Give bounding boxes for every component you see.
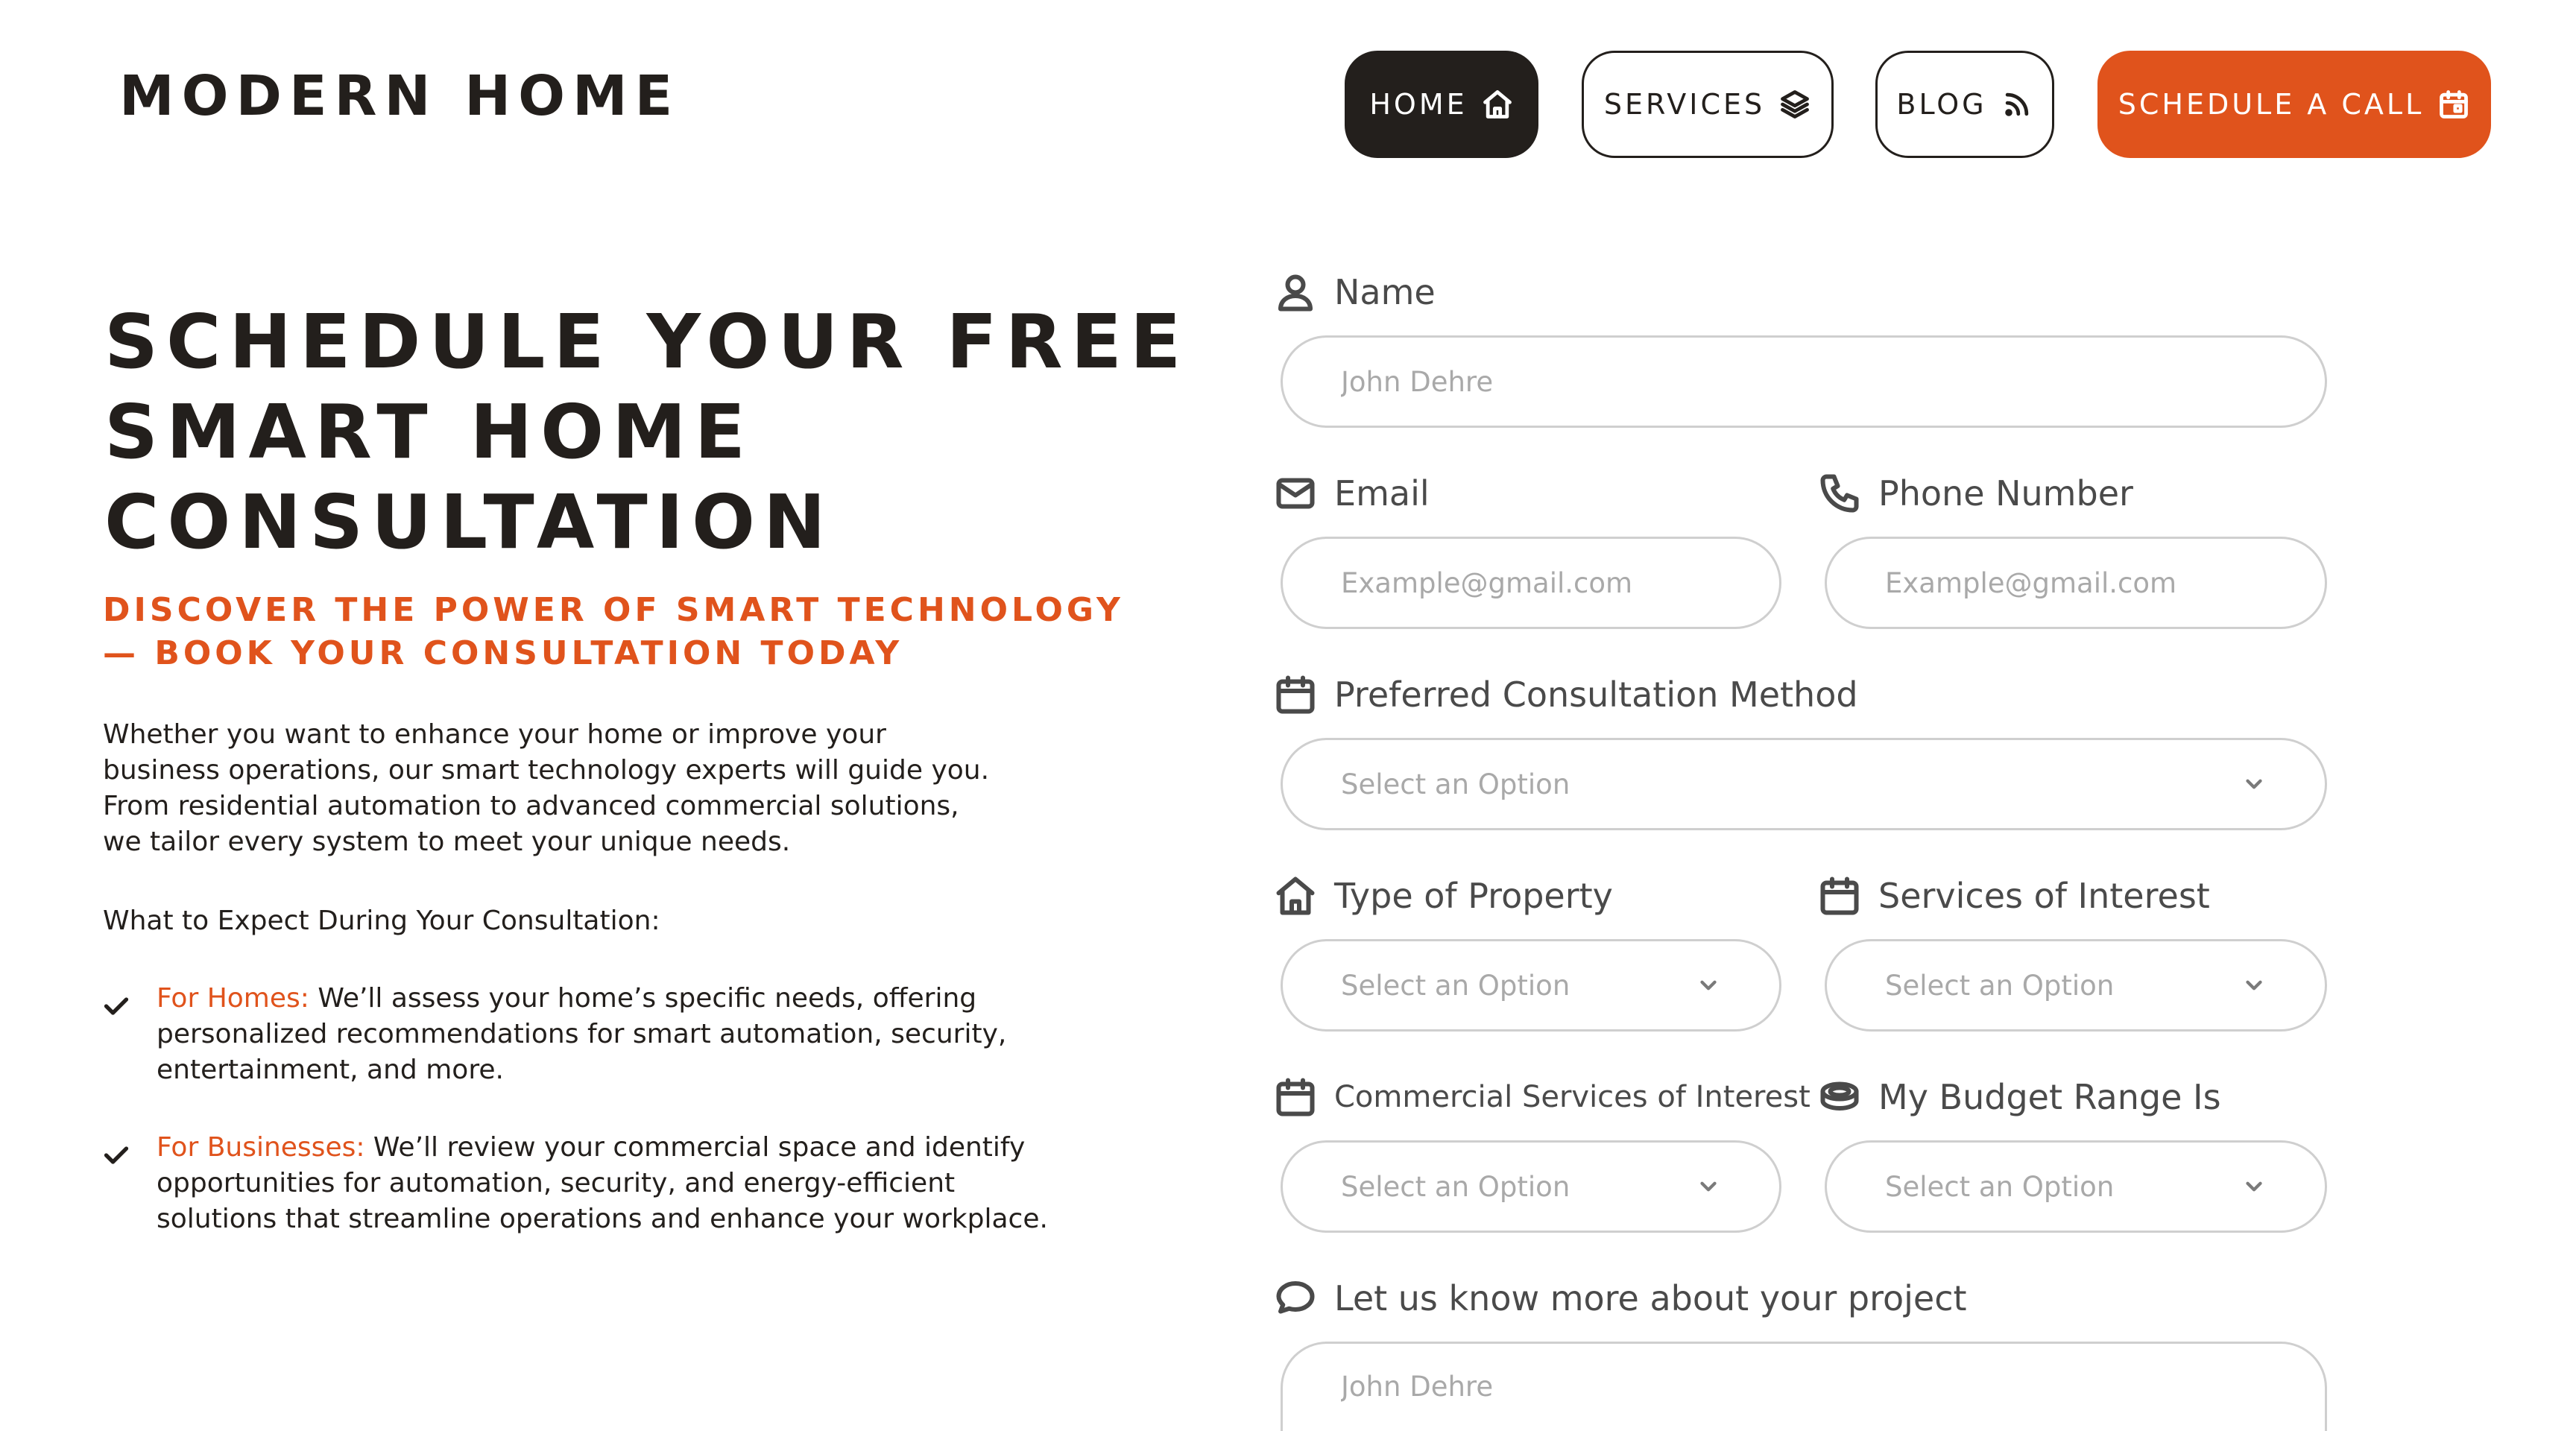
services-select[interactable]: Select an Option (1825, 939, 2327, 1032)
phone-icon (1820, 474, 1859, 513)
expect-item-text: opportunities for automation, security, … (157, 1168, 956, 1198)
expect-item-text: We’ll assess your home’s specific needs,… (309, 983, 977, 1014)
nav-home-label: HOME (1369, 88, 1468, 121)
schedule-call-button[interactable]: SCHEDULE A CALL (2097, 51, 2491, 158)
description-line: From residential automation to advanced … (103, 791, 959, 821)
expect-item-label: For Homes: (157, 983, 309, 1014)
chevron-down-icon (1700, 980, 1717, 991)
check-icon (103, 991, 130, 1015)
user-icon (1278, 274, 1313, 312)
name-label-text: Name (1334, 272, 1436, 312)
hero-title: SCHEDULE YOUR FREE SMART HOME CONSULTATI… (104, 297, 1222, 567)
hero-subtitle-line: — BOOK YOUR CONSULTATION TODAY (103, 634, 903, 672)
chat-icon (1276, 1281, 1315, 1314)
calendar-icon (1276, 675, 1315, 714)
nav-blog-button[interactable]: BLOG (1875, 51, 2054, 158)
commercial-label-text: Commercial Services of Interest (1334, 1080, 1811, 1114)
name-label: Name (1273, 262, 1436, 322)
home-icon (1483, 90, 1512, 119)
property-select[interactable]: Select an Option (1281, 939, 1781, 1032)
project-label-text: Let us know more about your project (1334, 1278, 1967, 1318)
phone-input[interactable] (1885, 566, 2267, 599)
method-label: Preferred Consultation Method (1273, 665, 1858, 724)
hero-title-line: CONSULTATION (104, 478, 834, 566)
description-line: Whether you want to enhance your home or… (103, 719, 886, 750)
method-label-text: Preferred Consultation Method (1334, 675, 1858, 715)
check-icon (103, 1140, 130, 1164)
commercial-label: Commercial Services of Interest (1273, 1067, 1811, 1127)
hero-subtitle: DISCOVER THE POWER OF SMART TECHNOLOGY —… (103, 589, 1221, 675)
phone-label: Phone Number (1817, 464, 2133, 523)
services-select-value: Select an Option (1885, 969, 2115, 1002)
name-input[interactable] (1341, 365, 2267, 398)
chevron-down-icon (1700, 1181, 1717, 1192)
coins-icon (1820, 1081, 1859, 1111)
expect-item-text: solutions that streamline operations and… (157, 1204, 1048, 1234)
nav-services-label: SERVICES (1603, 88, 1766, 121)
commercial-select[interactable]: Select an Option (1281, 1140, 1781, 1233)
budget-select[interactable]: Select an Option (1825, 1140, 2327, 1233)
property-label-text: Type of Property (1334, 876, 1613, 916)
expect-heading: What to Expect During Your Consultation: (103, 906, 660, 936)
description-line: business operations, our smart technolog… (103, 755, 990, 786)
calendar-icon (2440, 90, 2469, 119)
phone-label-text: Phone Number (1878, 473, 2133, 514)
property-label: Type of Property (1273, 866, 1613, 926)
nav-blog-label: BLOG (1896, 88, 1987, 121)
project-label: Let us know more about your project (1273, 1269, 1967, 1328)
mail-icon (1276, 478, 1315, 509)
hero-title-line: SMART HOME (104, 388, 754, 476)
rss-icon (2004, 92, 2028, 116)
expect-item-label: For Businesses: (157, 1132, 365, 1163)
budget-select-value: Select an Option (1885, 1170, 2115, 1203)
expect-item-text: We’ll review your commercial space and i… (364, 1132, 1026, 1163)
property-select-value: Select an Option (1341, 969, 1570, 1002)
email-input[interactable] (1341, 566, 1721, 599)
services-label: Services of Interest (1817, 866, 2210, 926)
expect-item-homes: For Homes: We’ll assess your home’s spec… (103, 981, 1191, 1088)
nav-home-button[interactable]: HOME (1345, 51, 1538, 158)
email-label-text: Email (1334, 473, 1430, 514)
hero-title-line: SCHEDULE YOUR FREE (104, 298, 1190, 385)
method-select-value: Select an Option (1341, 768, 1570, 800)
expect-item-text: personalized recommendations for smart a… (157, 1019, 1007, 1049)
method-select[interactable]: Select an Option (1281, 738, 2327, 830)
expect-item-businesses: For Businesses: We’ll review your commer… (103, 1130, 1191, 1237)
description-line: we tailor every system to meet your uniq… (103, 827, 791, 857)
services-label-text: Services of Interest (1878, 876, 2210, 916)
home-icon (1276, 876, 1315, 915)
logo[interactable]: MODERN HOME (119, 69, 680, 124)
schedule-call-label: SCHEDULE A CALL (2118, 88, 2425, 121)
calendar-icon (1276, 1078, 1315, 1116)
layers-icon (1781, 90, 1810, 119)
name-field[interactable] (1281, 335, 2327, 428)
budget-label-text: My Budget Range Is (1878, 1077, 2221, 1117)
project-textarea[interactable] (1281, 1342, 2327, 1431)
hero-description: Whether you want to enhance your home or… (103, 717, 1176, 860)
expect-item-text: entertainment, and more. (157, 1055, 504, 1085)
budget-label: My Budget Range Is (1817, 1067, 2221, 1127)
email-field[interactable] (1281, 537, 1781, 629)
hero-subtitle-line: DISCOVER THE POWER OF SMART TECHNOLOGY (103, 591, 1124, 629)
phone-field[interactable] (1825, 537, 2327, 629)
chevron-down-icon (2246, 779, 2262, 789)
chevron-down-icon (2246, 980, 2262, 991)
calendar-icon (1820, 876, 1859, 915)
commercial-select-value: Select an Option (1341, 1170, 1570, 1203)
email-label: Email (1273, 464, 1430, 523)
page: MODERN HOME HOME SERVICES BLOG SCHEDULE … (0, 0, 2576, 1431)
project-input[interactable] (1341, 1371, 2267, 1403)
nav-services-button[interactable]: SERVICES (1582, 51, 1834, 158)
chevron-down-icon (2246, 1181, 2262, 1192)
